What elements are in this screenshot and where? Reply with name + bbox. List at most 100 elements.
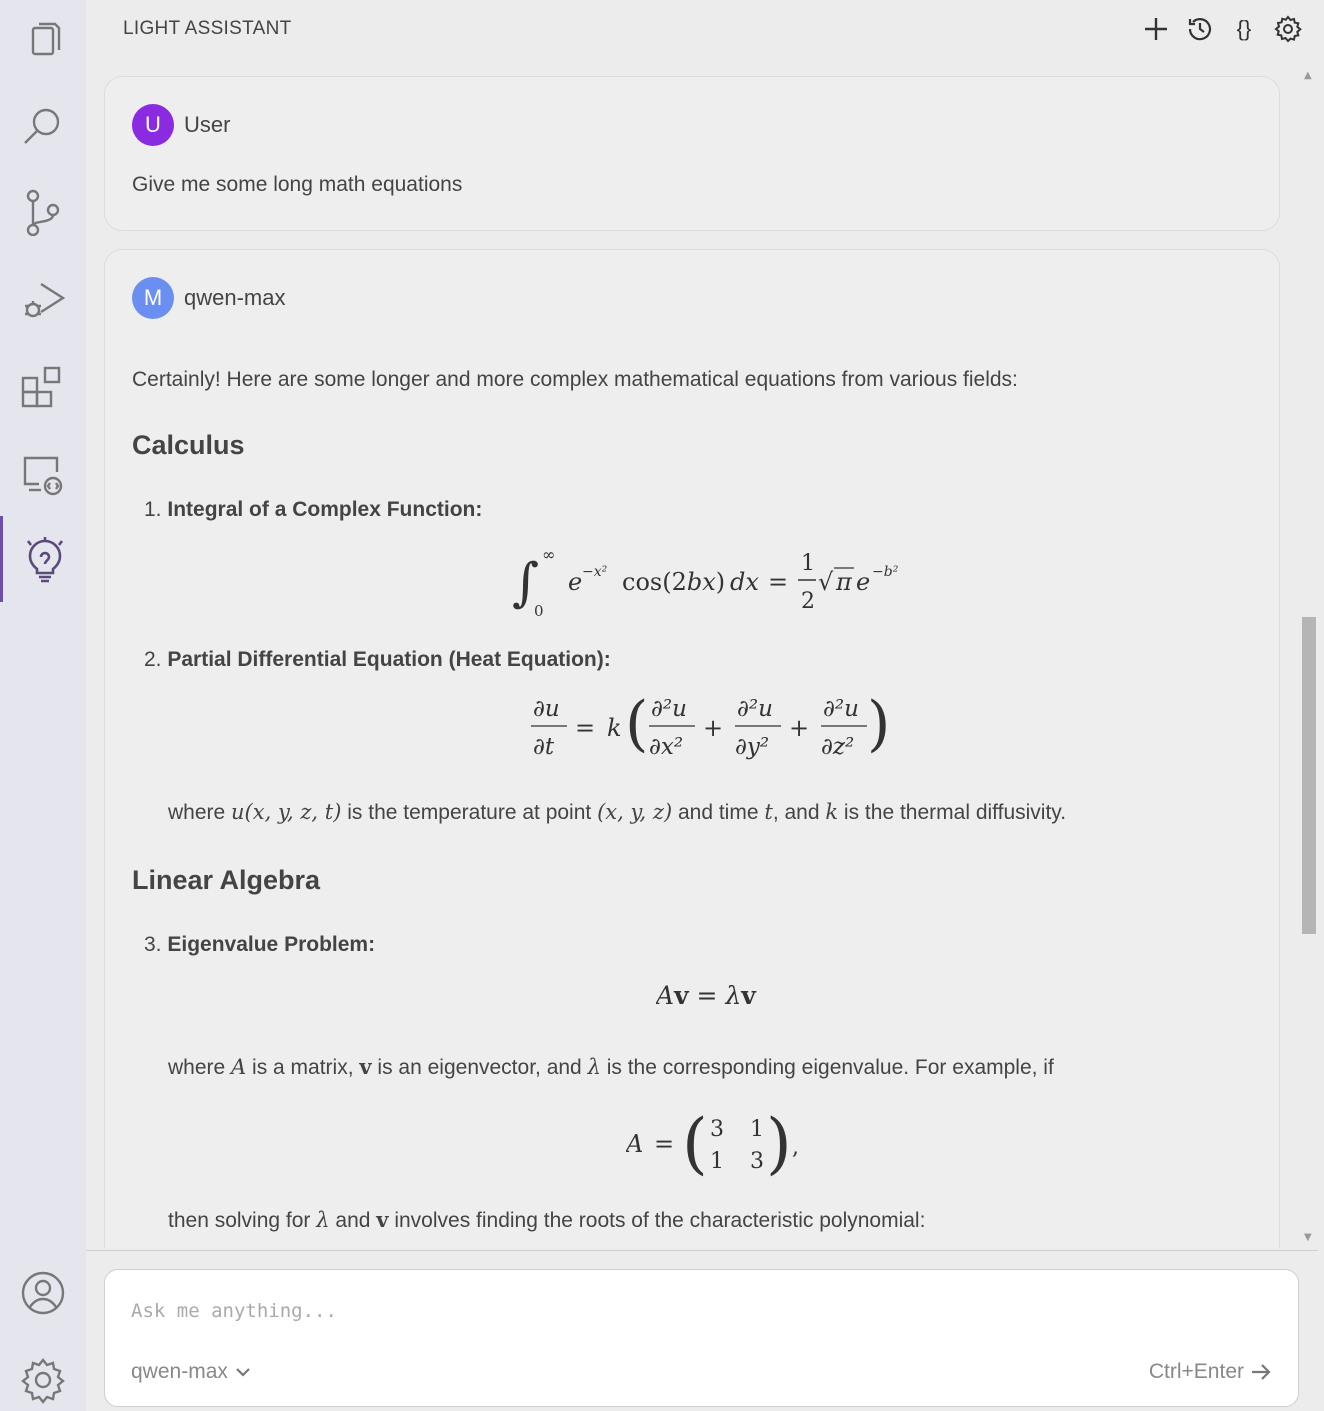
chat-area[interactable]: U User Give me some long math equations …: [86, 60, 1302, 1248]
author-name: qwen-max: [184, 285, 286, 310]
new-chat-button[interactable]: [1138, 12, 1174, 46]
note-text: is the temperature at point: [341, 801, 598, 824]
svg-text:2: 2: [801, 589, 815, 614]
model-select-label: qwen-max: [131, 1360, 228, 1383]
note-text: , and: [772, 801, 826, 824]
note-text: is the corresponding eigenvalue. For exa…: [600, 1056, 1054, 1079]
svg-text:1: 1: [710, 1149, 724, 1174]
note-text: involves finding the roots of the charac…: [388, 1209, 926, 1232]
assistant-message: M qwen-max Certainly! Here are some long…: [104, 249, 1280, 1248]
svg-text:√: √: [818, 568, 834, 596]
list-number: 1.: [144, 498, 162, 521]
account-icon[interactable]: [0, 1263, 86, 1323]
inline-math: (x, y, z): [597, 800, 673, 824]
characteristic-note: then solving for λ and v involves findin…: [168, 1207, 925, 1233]
scroll-up-icon[interactable]: ▲: [1304, 70, 1314, 81]
svg-text:k: k: [607, 714, 622, 742]
inline-math: v: [376, 1207, 389, 1232]
svg-text:,: ,: [792, 1135, 799, 1160]
user-message: U User Give me some long math equations: [104, 76, 1280, 231]
svg-text:+: +: [703, 714, 723, 742]
svg-text:dx: dx: [730, 568, 759, 596]
list-item-3: 3. Eigenvalue Problem:: [144, 933, 375, 957]
heat-equation-note: where u(x, y, z, t) is the temperature a…: [168, 800, 1066, 825]
header-actions: {}: [1138, 12, 1306, 46]
send-button[interactable]: Ctrl+Enter: [1149, 1360, 1272, 1384]
light-assistant-icon[interactable]: [0, 516, 86, 602]
list-item-title: Integral of a Complex Function:: [167, 498, 483, 521]
extensions-icon[interactable]: [0, 356, 86, 416]
svg-text:3: 3: [750, 1149, 764, 1174]
braces-button[interactable]: {}: [1226, 12, 1262, 46]
eigen-note: where A is a matrix, v is an eigenvector…: [168, 1054, 1054, 1080]
svg-text:−b²: −b²: [872, 564, 899, 580]
panel-title: LIGHT ASSISTANT: [123, 18, 292, 39]
chat-input[interactable]: Ask me anything...: [131, 1300, 337, 1322]
svg-text:1: 1: [801, 551, 815, 576]
inline-math: λ: [316, 1208, 330, 1232]
note-text: where: [168, 801, 232, 824]
note-text: is the thermal diffusivity.: [838, 801, 1067, 824]
svg-text:=: =: [654, 1130, 674, 1158]
svg-text:(: (: [682, 1105, 708, 1182]
search-icon[interactable]: [0, 96, 86, 156]
inline-math: u(x, y, z, t): [231, 800, 342, 824]
equation-heat: ∂u ∂t = k ( ∂²u ∂x² + ∂²u ∂y² + ∂²u ∂z² …: [527, 686, 907, 766]
history-icon: [1188, 18, 1212, 41]
settings-button[interactable]: [1270, 12, 1306, 46]
model-select[interactable]: qwen-max: [131, 1360, 252, 1384]
files-icon[interactable]: [0, 10, 86, 70]
svg-text:3: 3: [710, 1117, 724, 1142]
svg-text:0: 0: [534, 602, 544, 618]
source-control-icon[interactable]: [0, 182, 86, 242]
svg-text:∂z²: ∂z²: [821, 734, 854, 760]
avatar: U: [132, 104, 174, 146]
scroll-down-icon[interactable]: ▼: [1304, 1232, 1314, 1243]
svg-text:e: e: [856, 568, 870, 596]
message-author: M qwen-max: [132, 277, 285, 319]
list-number: 2.: [144, 648, 162, 671]
equation-matrix: A = ( 3 1 1 3 ) ,: [624, 1102, 816, 1182]
note-text: is a matrix,: [246, 1056, 360, 1079]
history-button[interactable]: [1182, 12, 1218, 46]
svg-text:∂u: ∂u: [533, 696, 560, 722]
note-text: is an eigenvector, and: [371, 1056, 588, 1079]
author-name: User: [184, 112, 231, 137]
svg-text:=: =: [768, 568, 788, 596]
remote-explorer-icon[interactable]: [0, 444, 86, 504]
scrollbar-thumb[interactable]: [1302, 617, 1316, 934]
note-text: then solving for: [168, 1209, 317, 1232]
list-item-2: 2. Partial Differential Equation (Heat E…: [144, 648, 611, 672]
note-text: where: [168, 1056, 232, 1079]
equation-eigenvalue: Av = λv: [654, 974, 786, 1014]
activity-bar: [0, 0, 86, 1411]
svg-text:): ): [766, 1105, 792, 1182]
svg-text:=: =: [575, 714, 595, 742]
svg-text:Av = λv: Av = λv: [656, 981, 757, 1010]
intro-paragraph: Certainly! Here are some longer and more…: [132, 368, 1018, 391]
inline-math: λ: [587, 1055, 601, 1079]
list-item-1: 1. Integral of a Complex Function:: [144, 498, 482, 522]
inline-math: k: [825, 800, 839, 824]
svg-text:∂y²: ∂y²: [735, 734, 769, 760]
inline-math: A: [231, 1055, 247, 1079]
svg-text:e: e: [568, 568, 582, 596]
message-author: U User: [132, 104, 230, 146]
svg-text:∂²u: ∂²u: [651, 696, 687, 722]
svg-text:cos(2bx): cos(2bx): [622, 568, 725, 596]
settings-icon[interactable]: [0, 1350, 86, 1410]
note-text: and time: [672, 801, 765, 824]
section-heading-linear-algebra: Linear Algebra: [132, 865, 321, 895]
svg-text:∂x²: ∂x²: [649, 734, 683, 760]
send-hint: Ctrl+Enter: [1148, 1360, 1244, 1383]
svg-text:π: π: [835, 568, 853, 596]
run-debug-icon[interactable]: [0, 268, 86, 328]
gear-icon: [1274, 15, 1302, 43]
equation-integral: ∫ ∞ 0 e −x² cos(2bx) dx = 1 2 √ π e −b²: [512, 538, 932, 620]
chat-input-box[interactable]: Ask me anything... qwen-max Ctrl+Enter: [104, 1269, 1299, 1407]
svg-text:): ): [867, 689, 890, 759]
inline-math: t: [764, 800, 773, 824]
list-item-title: Eigenvalue Problem:: [167, 933, 376, 956]
svg-text:∂t: ∂t: [533, 734, 555, 760]
svg-text:∞: ∞: [542, 545, 555, 564]
